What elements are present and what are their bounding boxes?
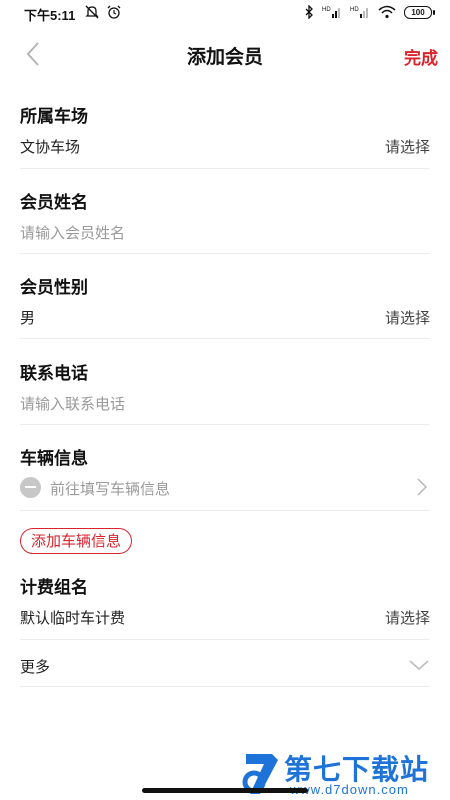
vehicle-label: 车辆信息 — [20, 449, 88, 468]
home-indicator[interactable] — [142, 788, 308, 793]
member-name-input[interactable]: 请输入会员姓名 — [20, 222, 125, 243]
divider — [20, 253, 430, 254]
billing-group-select[interactable]: 请选择 — [385, 607, 430, 628]
phone-label: 联系电话 — [20, 364, 88, 383]
mute-icon — [85, 5, 99, 19]
done-button[interactable]: 完成 — [404, 44, 438, 69]
divider — [20, 686, 430, 687]
remove-vehicle-icon[interactable] — [20, 477, 41, 498]
member-gender-section[interactable]: 会员性别 男 请选择 — [20, 271, 430, 331]
wifi-icon — [378, 5, 396, 19]
nav-bar: 添加会员 完成 — [0, 32, 450, 76]
bluetooth-icon — [305, 5, 313, 19]
parking-lot-label: 所属车场 — [20, 107, 88, 126]
hd-signal-icon: HD — [322, 7, 340, 18]
member-name-section: 会员姓名 请输入会员姓名 — [20, 186, 430, 246]
divider — [20, 338, 430, 339]
member-name-label: 会员姓名 — [20, 193, 88, 212]
divider — [20, 510, 430, 511]
battery-level: 100 — [411, 7, 425, 17]
vehicle-section: 车辆信息 — [20, 442, 430, 468]
svg-text:HD: HD — [322, 7, 331, 13]
divider — [20, 639, 430, 640]
status-left-icons — [84, 4, 122, 20]
phone-input[interactable]: 请输入联系电话 — [20, 393, 125, 414]
divider — [20, 168, 430, 169]
divider — [20, 424, 430, 425]
status-bar: 下午5:11 HD HD 100 — [0, 0, 450, 26]
battery-icon: 100 — [404, 5, 435, 19]
parking-lot-select[interactable]: 请选择 — [385, 136, 430, 157]
hd-signal-icon: HD — [350, 7, 368, 18]
status-time: 下午5:11 — [24, 8, 76, 23]
svg-text:HD: HD — [350, 7, 359, 13]
more-label: 更多 — [20, 659, 51, 676]
member-gender-value: 男 — [20, 310, 36, 327]
chevron-down-icon — [409, 660, 429, 671]
page-title: 添加会员 — [186, 47, 263, 68]
status-right-icons: HD HD 100 — [304, 5, 435, 19]
more-row[interactable]: 更多 — [20, 655, 430, 677]
phone-section: 联系电话 请输入联系电话 — [20, 357, 430, 417]
billing-group-value: 默认临时车计费 — [20, 610, 126, 627]
billing-group-section[interactable]: 计费组名 默认临时车计费 请选择 — [20, 571, 430, 631]
alarm-icon — [107, 5, 121, 19]
member-gender-select[interactable]: 请选择 — [385, 307, 430, 328]
billing-group-label: 计费组名 — [20, 578, 88, 597]
add-vehicle-button[interactable]: 添加车辆信息 — [20, 528, 133, 554]
parking-lot-value: 文协车场 — [20, 139, 81, 156]
parking-lot-section[interactable]: 所属车场 文协车场 请选择 — [20, 100, 430, 160]
member-gender-label: 会员性别 — [20, 278, 88, 297]
chevron-right-icon — [417, 478, 428, 496]
vehicle-info-row[interactable]: 前往填写车辆信息 — [20, 476, 430, 498]
vehicle-info-placeholder: 前往填写车辆信息 — [50, 481, 171, 498]
